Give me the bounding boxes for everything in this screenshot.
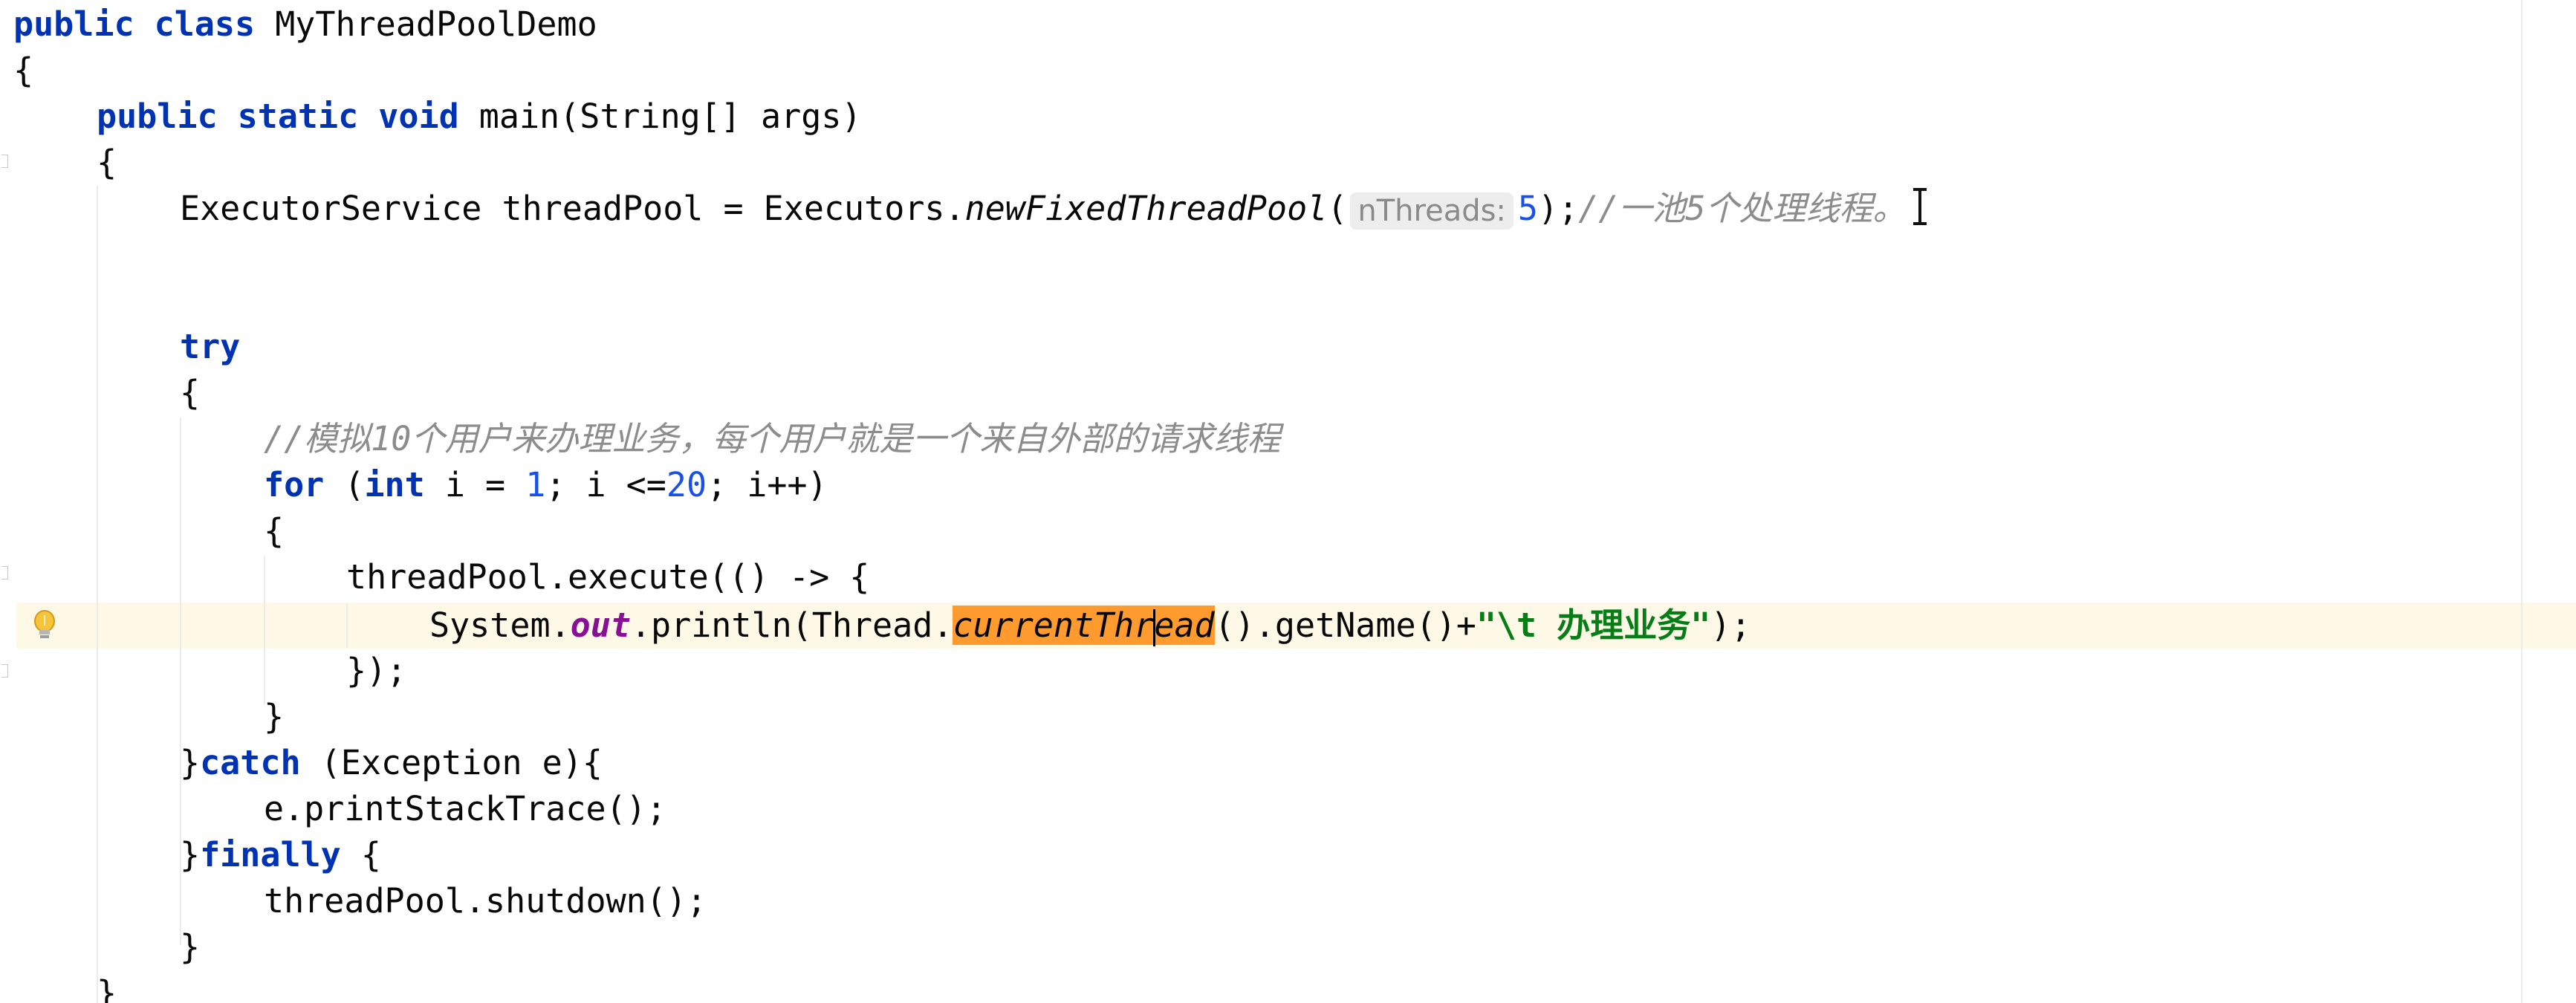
- code-editor[interactable]: public class MyThreadPoolDemo { public s…: [0, 0, 2576, 1003]
- code-text: ExecutorService threadPool = Executors.: [180, 189, 965, 228]
- code-text: ; i++): [707, 465, 828, 504]
- code-text: }: [264, 697, 285, 736]
- code-line-print-trace[interactable]: e.printStackTrace();: [264, 786, 666, 832]
- editor-gutter[interactable]: [0, 0, 16, 1003]
- keyword: public static void: [97, 97, 459, 136]
- code-text: .println(Thread.: [630, 606, 953, 645]
- fold-marker-icon[interactable]: [1, 155, 8, 168]
- keyword: int: [364, 465, 425, 504]
- code-line-for[interactable]: for (int i = 1; i <=20; i++): [264, 462, 828, 508]
- indent-guide: [264, 556, 265, 704]
- code-line-brace[interactable]: }: [180, 924, 200, 970]
- code-text: }: [180, 743, 201, 782]
- code-line-brace[interactable]: }: [97, 970, 117, 1003]
- number-literal: 20: [666, 465, 707, 504]
- code-line-try[interactable]: try: [180, 324, 240, 370]
- code-line-shutdown[interactable]: threadPool.shutdown();: [264, 878, 707, 924]
- code-text: threadPool.execute(() -> {: [346, 557, 870, 597]
- code-line-brace[interactable]: {: [13, 48, 33, 94]
- code-text: ; i <=: [545, 465, 666, 504]
- code-text: );: [1538, 189, 1579, 228]
- code-text: }: [180, 927, 201, 967]
- code-line-brace[interactable]: {: [97, 140, 117, 186]
- code-line-threadpool-decl[interactable]: ExecutorService threadPool = Executors.n…: [180, 186, 1906, 232]
- method-signature: main(String[] args): [458, 97, 862, 136]
- keyword: public class: [13, 4, 256, 44]
- code-text: ().getName()+: [1214, 606, 1476, 645]
- code-text: System.: [429, 606, 571, 645]
- code-text: {: [180, 373, 201, 412]
- code-text: (Exception e){: [300, 743, 603, 782]
- parameter-hint: nThreads:: [1350, 192, 1514, 230]
- code-line-finally[interactable]: }finally {: [180, 832, 381, 878]
- code-line-class-decl[interactable]: public class MyThreadPoolDemo: [13, 1, 597, 48]
- code-comment: //一池5个处理线程。: [1578, 189, 1907, 228]
- code-text: e.printStackTrace();: [264, 789, 666, 828]
- code-text: }: [97, 973, 117, 1003]
- fold-marker-icon[interactable]: [1, 566, 8, 580]
- code-line-catch[interactable]: }catch (Exception e){: [180, 740, 603, 786]
- code-text: );: [1710, 606, 1751, 645]
- right-margin-guide: [2521, 0, 2523, 1003]
- code-comment: //模拟10个用户来办理业务，每个用户就是一个来自外部的请求线程: [264, 419, 1281, 458]
- code-text: }: [180, 835, 201, 874]
- code-text: });: [346, 651, 407, 690]
- keyword: catch: [200, 743, 301, 782]
- code-text: {: [97, 143, 117, 182]
- string-literal: "\t 办理业务": [1476, 606, 1711, 645]
- indent-guide: [346, 603, 348, 648]
- static-method-call: newFixedThreadPool: [964, 189, 1328, 228]
- code-line-brace[interactable]: }: [264, 694, 284, 740]
- code-line-main-decl[interactable]: public static void main(String[] args): [97, 94, 862, 140]
- code-text: {: [264, 511, 285, 551]
- number-literal: 1: [525, 465, 546, 504]
- keyword: for: [264, 465, 325, 504]
- keyword: finally: [200, 835, 341, 874]
- keyword: try: [180, 327, 241, 366]
- code-line-comment[interactable]: //模拟10个用户来办理业务，每个用户就是一个来自外部的请求线程: [264, 416, 1280, 462]
- text-cursor-icon: [1913, 188, 1927, 225]
- highlighted-identifier: currentThread: [953, 606, 1215, 646]
- code-text: {: [13, 51, 34, 90]
- code-text: threadPool.shutdown();: [264, 881, 707, 921]
- code-line-brace[interactable]: {: [264, 508, 284, 554]
- code-line-brace[interactable]: {: [180, 370, 200, 416]
- code-line-println[interactable]: System.out.println(Thread.currentThread(…: [429, 603, 1751, 649]
- number-literal: 5: [1517, 189, 1538, 228]
- lightbulb-icon[interactable]: [30, 609, 59, 642]
- code-text: (: [324, 465, 365, 504]
- identifier-part: ead: [1154, 606, 1215, 645]
- class-name: MyThreadPoolDemo: [255, 4, 597, 44]
- code-text: i =: [424, 465, 526, 504]
- code-text: (: [1327, 189, 1348, 228]
- code-line-close-lambda[interactable]: });: [346, 648, 406, 694]
- static-field: out: [570, 606, 631, 645]
- identifier-part: currentThr: [953, 606, 1155, 645]
- code-text: {: [340, 835, 381, 874]
- fold-marker-icon[interactable]: [1, 664, 8, 678]
- code-line-execute[interactable]: threadPool.execute(() -> {: [346, 554, 869, 600]
- indent-guide: [97, 186, 98, 1003]
